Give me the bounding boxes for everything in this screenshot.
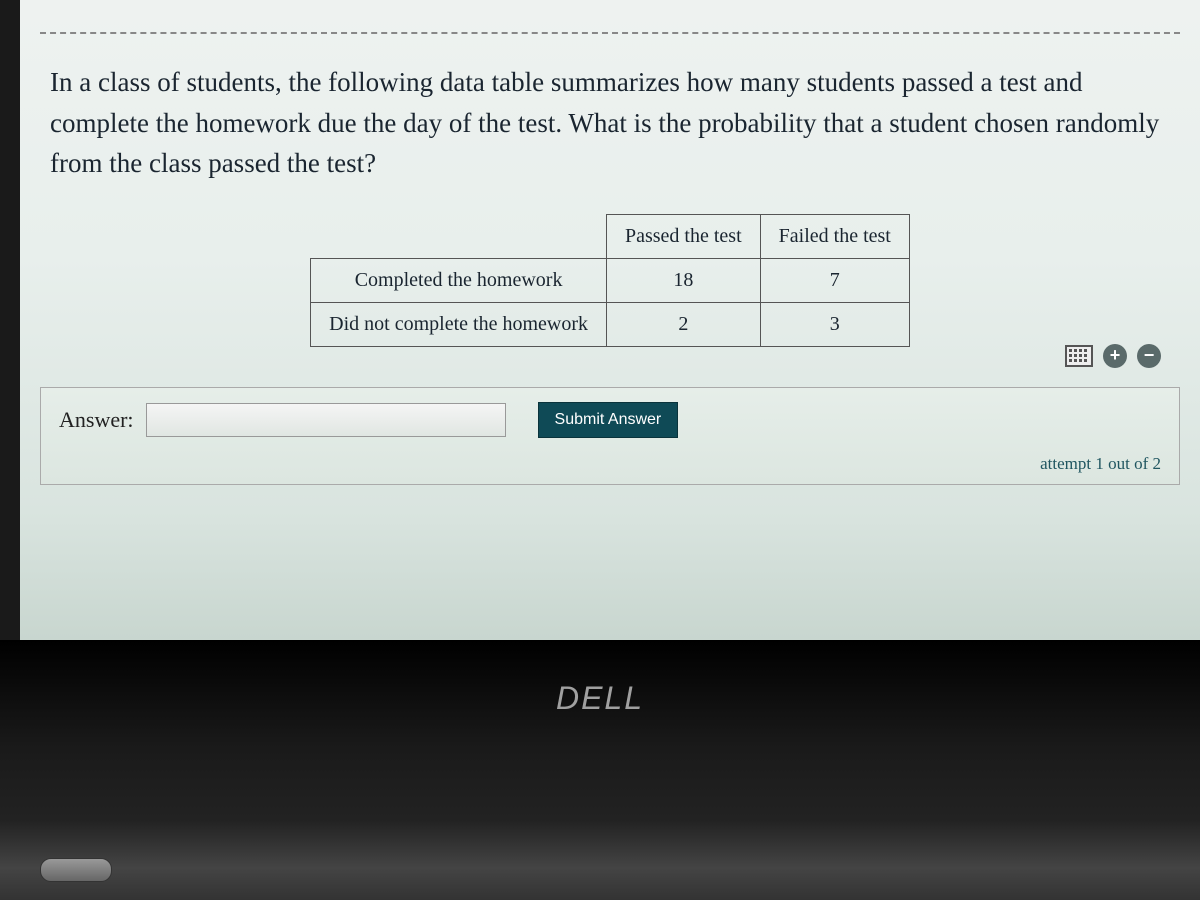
answer-box: + − Answer: Submit Answer attempt 1 out … bbox=[40, 387, 1180, 485]
table-row: Did not complete the homework 2 3 bbox=[311, 302, 910, 346]
table-cell: 3 bbox=[760, 302, 909, 346]
laptop-bezel bbox=[0, 640, 1200, 820]
attempt-counter: attempt 1 out of 2 bbox=[59, 454, 1161, 474]
submit-button[interactable]: Submit Answer bbox=[538, 402, 679, 438]
section-divider bbox=[40, 32, 1180, 34]
col-header: Passed the test bbox=[606, 214, 760, 258]
table-row: Completed the homework 18 7 bbox=[311, 258, 910, 302]
row-label: Did not complete the homework bbox=[311, 302, 607, 346]
answer-label: Answer: bbox=[59, 407, 134, 433]
keyboard-icon[interactable] bbox=[1065, 345, 1093, 367]
data-table-wrap: Passed the test Failed the test Complete… bbox=[40, 214, 1180, 347]
row-label: Completed the homework bbox=[311, 258, 607, 302]
zoom-out-icon[interactable]: − bbox=[1137, 344, 1161, 368]
zoom-in-icon[interactable]: + bbox=[1103, 344, 1127, 368]
table-header-row: Passed the test Failed the test bbox=[311, 214, 910, 258]
answer-row: Answer: Submit Answer bbox=[59, 402, 1161, 438]
question-prompt: In a class of students, the following da… bbox=[50, 62, 1170, 184]
table-cell: 18 bbox=[606, 258, 760, 302]
table-cell: 2 bbox=[606, 302, 760, 346]
data-table: Passed the test Failed the test Complete… bbox=[310, 214, 910, 347]
tool-icons: + − bbox=[1065, 344, 1161, 368]
blank-header bbox=[311, 214, 607, 258]
answer-input[interactable] bbox=[146, 403, 506, 437]
laptop-hinge bbox=[0, 820, 1200, 900]
col-header: Failed the test bbox=[760, 214, 909, 258]
table-cell: 7 bbox=[760, 258, 909, 302]
dell-logo: DELL bbox=[0, 680, 1200, 717]
hinge-button bbox=[40, 858, 112, 882]
question-screen: In a class of students, the following da… bbox=[20, 0, 1200, 640]
